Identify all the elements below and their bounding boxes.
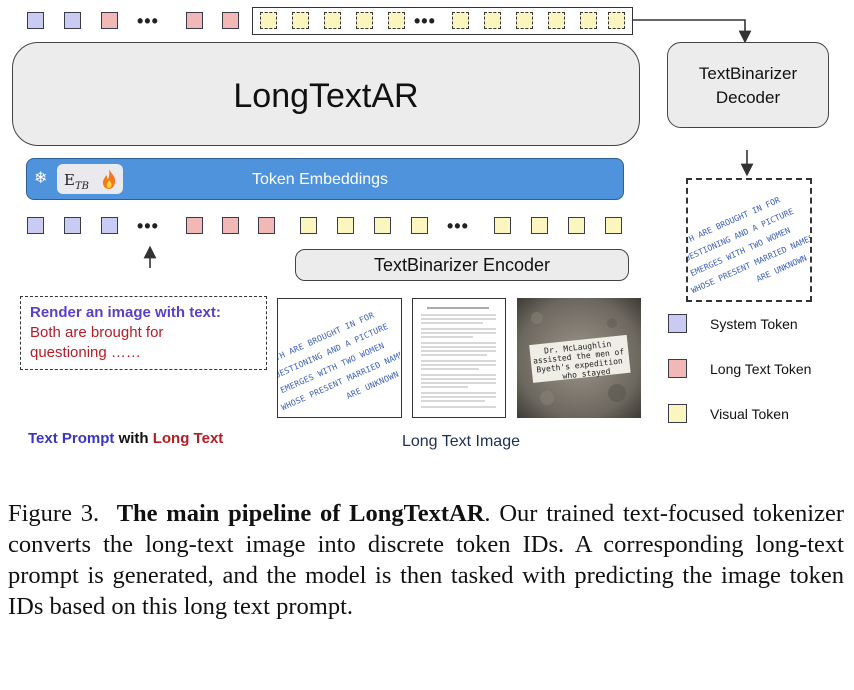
figure-caption: Figure 3. The main pipeline of LongTextA… <box>8 498 844 622</box>
prompt-line-2: questioning …… <box>30 344 141 361</box>
handwritten-text-image: BOTH ARE BROUGHT IN FOR QUESTIONING AND … <box>264 298 410 418</box>
input-system-token-2 <box>64 217 81 234</box>
input-system-token-1 <box>27 217 44 234</box>
etb-label: ETB <box>64 171 89 192</box>
legend-long-text-token-swatch <box>668 359 687 378</box>
handwritten-text-drawing: BOTH ARE BROUGHT IN FOR QUESTIONING AND … <box>264 310 410 413</box>
input-visual-token-4 <box>411 217 428 234</box>
token-embeddings-label: Token Embeddings <box>251 171 389 188</box>
text-prompt-caption: Text Prompt with Long Text <box>28 430 224 447</box>
long-text-image-caption: Long Text Image <box>401 433 520 450</box>
fire-icon <box>103 169 116 189</box>
textbinarizer-decoder-box <box>667 42 829 128</box>
input-visual-token-8 <box>605 217 622 234</box>
input-visual-token-1 <box>300 217 317 234</box>
document-page-image <box>412 298 506 418</box>
scene-text-photo: Dr. McLaughlin assisted the men of Byeth… <box>517 298 641 418</box>
document-page-drawing <box>421 307 496 408</box>
decoder-label-line1: TextBinarizer <box>698 64 798 83</box>
input-system-token-3 <box>101 217 118 234</box>
input-ellipsis-2: ••• <box>447 216 469 236</box>
legend-system-token-swatch <box>668 314 687 333</box>
decoded-handwriting-drawing: BOTH ARE BROUGHT IN FOR QUESTIONING AND … <box>674 195 816 296</box>
prompt-title: Render an image with text: <box>30 304 221 321</box>
decoded-output-image: BOTH ARE BROUGHT IN FOR QUESTIONING AND … <box>674 178 816 302</box>
legend-visual-token-swatch <box>668 404 687 423</box>
tokens-to-decoder-arrow <box>633 19 752 44</box>
input-visual-token-5 <box>494 217 511 234</box>
input-long-text-token-2 <box>222 217 239 234</box>
input-ellipsis-1: ••• <box>137 216 159 236</box>
input-visual-token-3 <box>374 217 391 234</box>
longtextar-title: LongTextAR <box>233 77 419 115</box>
caption-prefix: Figure 3. <box>8 500 100 527</box>
input-long-text-token-3 <box>258 217 275 234</box>
input-visual-token-2 <box>337 217 354 234</box>
legend-system-token-label: System Token <box>710 316 798 332</box>
input-visual-token-6 <box>531 217 548 234</box>
caption-bold-title: The main pipeline of LongTextAR <box>116 500 485 527</box>
legend-visual-token-label: Visual Token <box>710 406 789 422</box>
input-long-text-token-1 <box>186 217 203 234</box>
snowflake-icon: ❄ <box>34 170 48 187</box>
prompt-line-1: Both are brought for <box>30 324 164 341</box>
encoder-label: TextBinarizer Encoder <box>373 255 551 275</box>
decoder-label-line2: Decoder <box>715 88 781 107</box>
scene-text-drawing: Dr. McLaughlin assisted the men of Byeth… <box>517 298 641 418</box>
input-visual-token-7 <box>568 217 585 234</box>
legend-long-text-token-label: Long Text Token <box>710 361 812 377</box>
